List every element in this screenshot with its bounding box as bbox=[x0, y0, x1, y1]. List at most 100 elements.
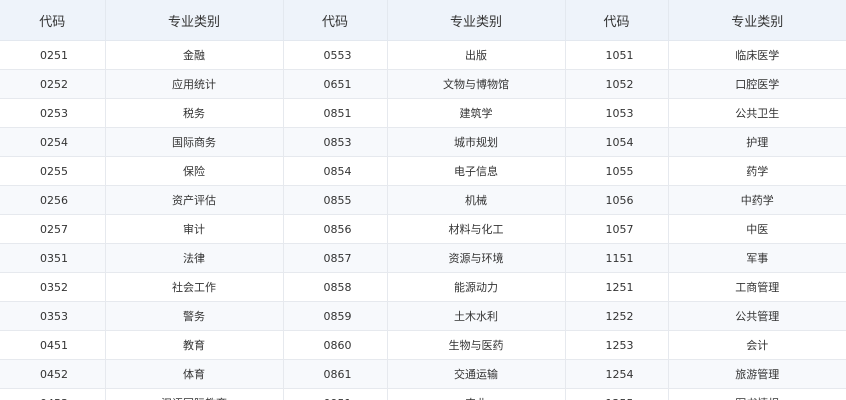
cell-category: 建筑学 bbox=[387, 98, 566, 128]
cell-code: 1054 bbox=[565, 127, 669, 157]
table-row: 0252 应用统计 0651 文物与博物馆 1052 口腔医学 bbox=[0, 69, 846, 99]
cell-code: 1057 bbox=[565, 214, 669, 244]
cell-code: 0253 bbox=[0, 98, 106, 128]
cell-category: 出版 bbox=[387, 40, 566, 70]
table-row: 0451 教育 0860 生物与医药 1253 会计 bbox=[0, 330, 846, 360]
major-codes-table: 代码 专业类别 代码 专业类别 代码 专业类别 0251 金融 0553 出版 1051… bbox=[0, 0, 846, 400]
cell-category: 旅游管理 bbox=[668, 359, 846, 389]
cell-category: 中医 bbox=[668, 214, 846, 244]
cell-code: 0855 bbox=[283, 185, 388, 215]
cell-code: 0856 bbox=[283, 214, 388, 244]
cell-code: 0352 bbox=[0, 272, 106, 302]
cell-code: 0255 bbox=[0, 156, 106, 186]
table-row: 0352 社会工作 0858 能源动力 1251 工商管理 bbox=[0, 272, 846, 302]
cell-code: 1056 bbox=[565, 185, 669, 215]
table-row: 0257 审计 0856 材料与化工 1057 中医 bbox=[0, 214, 846, 244]
cell-category: 生物与医药 bbox=[387, 330, 566, 360]
header-code-3: 代码 bbox=[565, 0, 669, 41]
cell-category: 国际商务 bbox=[105, 127, 284, 157]
cell-category: 护理 bbox=[668, 127, 846, 157]
cell-code: 1051 bbox=[565, 40, 669, 70]
cell-category: 会计 bbox=[668, 330, 846, 360]
cell-category: 军事 bbox=[668, 243, 846, 273]
cell-code: 1055 bbox=[565, 156, 669, 186]
cell-category: 应用统计 bbox=[105, 69, 284, 99]
cell-code: 1052 bbox=[565, 69, 669, 99]
cell-category: 能源动力 bbox=[387, 272, 566, 302]
cell-category: 警务 bbox=[105, 301, 284, 331]
cell-code: 1151 bbox=[565, 243, 669, 273]
cell-category: 城市规划 bbox=[387, 127, 566, 157]
cell-category: 农业 bbox=[387, 388, 566, 400]
cell-code: 0859 bbox=[283, 301, 388, 331]
header-category-2: 专业类别 bbox=[387, 0, 566, 41]
cell-category: 公共卫生 bbox=[668, 98, 846, 128]
cell-code: 0854 bbox=[283, 156, 388, 186]
cell-code: 0851 bbox=[283, 98, 388, 128]
cell-category: 体育 bbox=[105, 359, 284, 389]
cell-category: 文物与博物馆 bbox=[387, 69, 566, 99]
cell-code: 0860 bbox=[283, 330, 388, 360]
table-row: 0253 税务 0851 建筑学 1053 公共卫生 bbox=[0, 98, 846, 128]
cell-category: 汉语国际教育 bbox=[105, 388, 284, 400]
cell-category: 口腔医学 bbox=[668, 69, 846, 99]
cell-code: 0351 bbox=[0, 243, 106, 273]
table-row: 0256 资产评估 0855 机械 1056 中药学 bbox=[0, 185, 846, 215]
table-row: 0255 保险 0854 电子信息 1055 药学 bbox=[0, 156, 846, 186]
header-row: 代码 专业类别 代码 专业类别 代码 专业类别 bbox=[0, 0, 846, 41]
cell-code: 0651 bbox=[283, 69, 388, 99]
cell-category: 金融 bbox=[105, 40, 284, 70]
cell-category: 图书情报 bbox=[668, 388, 846, 400]
cell-code: 0252 bbox=[0, 69, 106, 99]
table-row: 0251 金融 0553 出版 1051 临床医学 bbox=[0, 40, 846, 70]
cell-category: 公共管理 bbox=[668, 301, 846, 331]
cell-code: 0257 bbox=[0, 214, 106, 244]
table-row: 0351 法律 0857 资源与环境 1151 军事 bbox=[0, 243, 846, 273]
cell-category: 保险 bbox=[105, 156, 284, 186]
cell-code: 0857 bbox=[283, 243, 388, 273]
table-body: 0251 金融 0553 出版 1051 临床医学 0252 应用统计 0651 文物与博物馆 10… bbox=[0, 40, 846, 400]
table-header: 代码 专业类别 代码 专业类别 代码 专业类别 bbox=[0, 0, 846, 41]
cell-category: 交通运输 bbox=[387, 359, 566, 389]
cell-category: 税务 bbox=[105, 98, 284, 128]
cell-category: 法律 bbox=[105, 243, 284, 273]
cell-code: 0251 bbox=[0, 40, 106, 70]
cell-category: 资源与环境 bbox=[387, 243, 566, 273]
cell-code: 1251 bbox=[565, 272, 669, 302]
header-code-1: 代码 bbox=[0, 0, 106, 41]
cell-code: 0861 bbox=[283, 359, 388, 389]
cell-category: 机械 bbox=[387, 185, 566, 215]
cell-code: 0452 bbox=[0, 359, 106, 389]
cell-code: 1253 bbox=[565, 330, 669, 360]
header-code-2: 代码 bbox=[283, 0, 388, 41]
cell-category: 教育 bbox=[105, 330, 284, 360]
cell-category: 土木水利 bbox=[387, 301, 566, 331]
cell-code: 1255 bbox=[565, 388, 669, 400]
cell-category: 材料与化工 bbox=[387, 214, 566, 244]
cell-code: 0254 bbox=[0, 127, 106, 157]
table-row: 0254 国际商务 0853 城市规划 1054 护理 bbox=[0, 127, 846, 157]
cell-category: 临床医学 bbox=[668, 40, 846, 70]
cell-code: 1053 bbox=[565, 98, 669, 128]
table-row: 0353 警务 0859 土木水利 1252 公共管理 bbox=[0, 301, 846, 331]
cell-category: 药学 bbox=[668, 156, 846, 186]
cell-code: 0951 bbox=[283, 388, 388, 400]
cell-category: 资产评估 bbox=[105, 185, 284, 215]
cell-category: 中药学 bbox=[668, 185, 846, 215]
cell-code: 1254 bbox=[565, 359, 669, 389]
table-row: 0453汉语国际教育0951农业1255图书情报 bbox=[0, 388, 846, 400]
cell-code: 0853 bbox=[283, 127, 388, 157]
cell-code: 0453 bbox=[0, 388, 106, 400]
table-row: 0452 体育 0861 交通运输 1254 旅游管理 bbox=[0, 359, 846, 389]
cell-code: 0353 bbox=[0, 301, 106, 331]
cell-category: 审计 bbox=[105, 214, 284, 244]
cell-category: 电子信息 bbox=[387, 156, 566, 186]
header-category-1: 专业类别 bbox=[105, 0, 284, 41]
cell-code: 0858 bbox=[283, 272, 388, 302]
cell-code: 0256 bbox=[0, 185, 106, 215]
cell-code: 1252 bbox=[565, 301, 669, 331]
cell-code: 0451 bbox=[0, 330, 106, 360]
header-category-3: 专业类别 bbox=[668, 0, 846, 41]
cell-category: 工商管理 bbox=[668, 272, 846, 302]
cell-category: 社会工作 bbox=[105, 272, 284, 302]
